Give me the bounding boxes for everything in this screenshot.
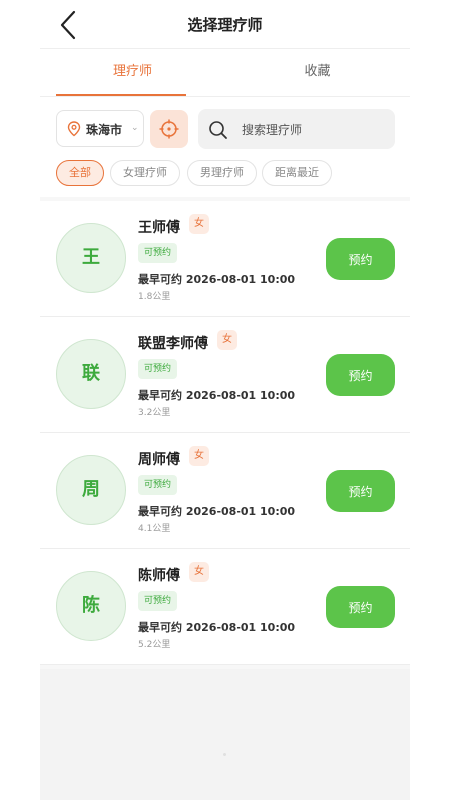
- page: 选择理疗师 理疗师 收藏 珠海市 ⌄ 搜索理疗师 全部 女理疗师 男理疗师 距离…: [0, 0, 450, 800]
- book-button[interactable]: 预约: [326, 238, 395, 280]
- avatar: 陈: [56, 571, 126, 641]
- tab-favorites[interactable]: 收藏: [225, 49, 410, 96]
- therapist-name: 周师傅: [138, 452, 180, 468]
- avatar: 联: [56, 339, 126, 409]
- chip-male[interactable]: 男理疗师: [187, 160, 257, 186]
- city-select[interactable]: 珠海市 ⌄: [56, 110, 144, 147]
- list-item[interactable]: 周 周师傅 女 可预约 最早可约 2026-08-01 10:00 4.1公里 …: [40, 433, 410, 549]
- therapist-name: 联盟李师傅: [138, 336, 208, 352]
- page-title: 选择理疗师: [187, 16, 263, 34]
- distance: 1.8公里: [138, 292, 171, 302]
- chip-nearest[interactable]: 距离最近: [262, 160, 332, 186]
- search-box[interactable]: [198, 109, 395, 149]
- status-badge: 可预约: [138, 359, 178, 379]
- list-empty-area: [40, 669, 410, 800]
- distance: 3.2公里: [138, 408, 171, 418]
- status-badge: 可预约: [138, 475, 178, 495]
- chip-all[interactable]: 全部: [56, 160, 104, 186]
- gender-badge: 女: [189, 214, 209, 234]
- list-item[interactable]: 联 联盟李师傅 女 可预约 最早可约 2026-08-01 10:00 3.2公…: [40, 317, 410, 433]
- earliest-time: 最早可约 2026-08-01 10:00: [138, 389, 296, 402]
- crosshair-icon: [159, 119, 179, 139]
- city-label: 珠海市: [86, 123, 123, 137]
- scroll-indicator-dot: [223, 753, 226, 756]
- gender-badge: 女: [189, 562, 209, 582]
- avatar: 周: [56, 455, 126, 525]
- search-icon: [209, 121, 227, 139]
- book-button[interactable]: 预约: [326, 354, 395, 396]
- chevron-down-icon: ⌄: [131, 123, 139, 133]
- therapist-name: 陈师傅: [138, 568, 180, 584]
- earliest-time: 最早可约 2026-08-01 10:00: [138, 505, 296, 518]
- distance: 4.1公里: [138, 524, 171, 534]
- earliest-time: 最早可约 2026-08-01 10:00: [138, 273, 296, 286]
- gender-badge: 女: [217, 330, 237, 350]
- book-button[interactable]: 预约: [326, 470, 395, 512]
- header: 选择理疗师: [0, 0, 450, 48]
- tab-therapists[interactable]: 理疗师: [40, 49, 225, 96]
- search-input[interactable]: [240, 117, 389, 143]
- list-item[interactable]: 陈 陈师傅 女 可预约 最早可约 2026-08-01 10:00 5.2公里 …: [40, 549, 410, 665]
- chip-female[interactable]: 女理疗师: [110, 160, 180, 186]
- therapist-name: 王师傅: [138, 220, 180, 236]
- status-badge: 可预约: [138, 243, 178, 263]
- tab-bar: 理疗师 收藏: [40, 49, 410, 97]
- avatar: 王: [56, 223, 126, 293]
- map-pin-icon: [67, 121, 81, 137]
- gender-badge: 女: [189, 446, 209, 466]
- book-button[interactable]: 预约: [326, 586, 395, 628]
- status-badge: 可预约: [138, 591, 178, 611]
- filter-bar: 珠海市 ⌄ 全部 女理疗师 男理疗师 距离最近: [40, 97, 410, 197]
- therapist-list: 王 王师傅 女 可预约 最早可约 2026-08-01 10:00 1.8公里 …: [40, 201, 410, 665]
- locate-button[interactable]: [150, 110, 188, 148]
- list-item[interactable]: 王 王师傅 女 可预约 最早可约 2026-08-01 10:00 1.8公里 …: [40, 201, 410, 317]
- tab-active-indicator: [56, 94, 186, 96]
- distance: 5.2公里: [138, 640, 171, 650]
- earliest-time: 最早可约 2026-08-01 10:00: [138, 621, 296, 634]
